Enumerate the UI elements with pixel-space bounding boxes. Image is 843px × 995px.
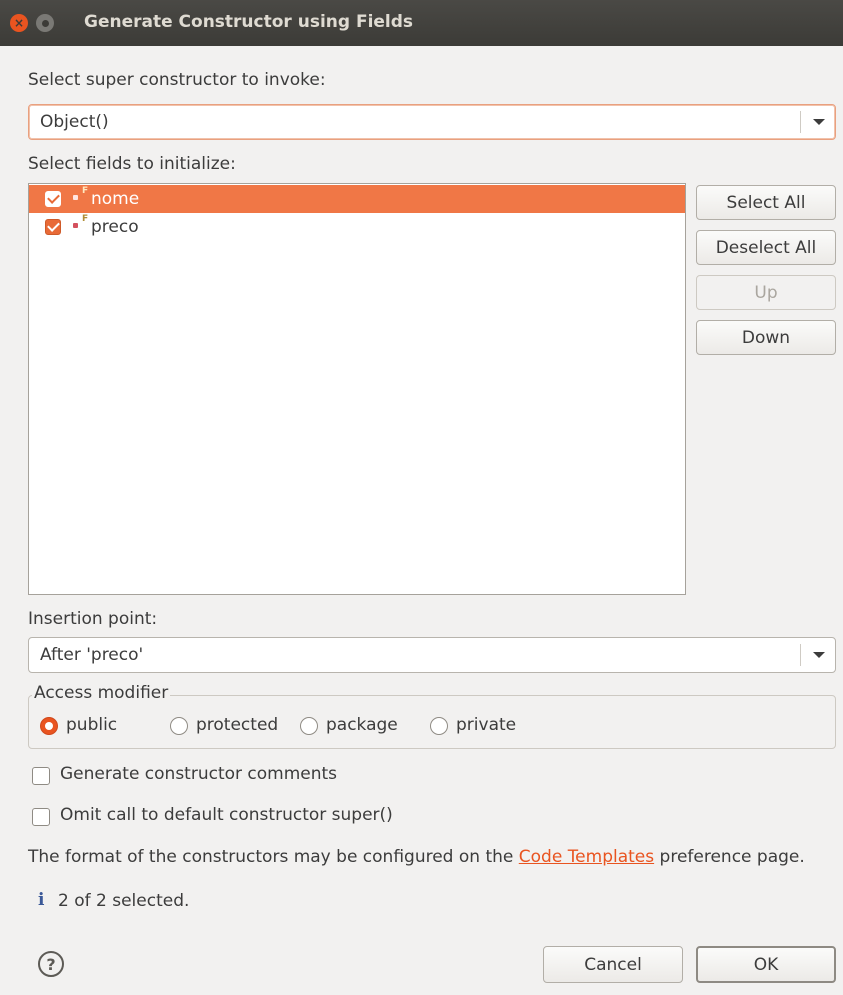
radio-private[interactable] — [430, 717, 448, 735]
format-note: The format of the constructors may be co… — [28, 847, 805, 867]
radio-protected-label[interactable]: protected — [196, 715, 278, 735]
radio-public[interactable] — [40, 717, 58, 735]
omit-super-checkbox[interactable] — [32, 808, 50, 826]
minimize-window-icon[interactable] — [36, 14, 54, 32]
select-all-button[interactable]: Select All — [696, 185, 836, 220]
deselect-all-button[interactable]: Deselect All — [696, 230, 836, 265]
access-modifier-title: Access modifier — [32, 683, 171, 703]
final-field-icon: F — [82, 214, 89, 224]
info-icon: i — [38, 890, 45, 910]
cancel-button[interactable]: Cancel — [543, 946, 683, 983]
insertion-point-select[interactable]: After 'preco' — [28, 637, 836, 673]
format-note-text: The format of the constructors may be co… — [28, 847, 514, 867]
radio-package[interactable] — [300, 717, 318, 735]
selection-status: 2 of 2 selected. — [58, 891, 190, 911]
chevron-down-icon[interactable] — [813, 119, 825, 125]
title-bar: × Generate Constructor using Fields — [0, 0, 843, 46]
up-button[interactable]: Up — [696, 275, 836, 310]
final-field-icon: F — [82, 186, 89, 196]
field-checkbox-preco[interactable] — [45, 219, 61, 235]
super-constructor-label: Select super constructor to invoke: — [28, 70, 326, 90]
combo-separator — [800, 111, 801, 133]
radio-package-label[interactable]: package — [326, 715, 398, 735]
help-icon[interactable]: ? — [38, 951, 64, 977]
field-row-nome[interactable]: F nome — [29, 185, 685, 213]
field-row-preco[interactable]: F preco — [29, 213, 685, 241]
chevron-down-icon[interactable] — [813, 652, 825, 658]
omit-super-label[interactable]: Omit call to default constructor super() — [60, 805, 393, 825]
radio-protected[interactable] — [170, 717, 188, 735]
radio-public-label[interactable]: public — [66, 715, 117, 735]
ok-button[interactable]: OK — [696, 946, 836, 983]
private-field-icon — [73, 223, 78, 228]
super-constructor-value: Object() — [40, 112, 109, 132]
insertion-point-label: Insertion point: — [28, 609, 158, 629]
insertion-point-value: After 'preco' — [40, 645, 144, 665]
close-window-icon[interactable]: × — [10, 14, 28, 32]
combo-separator — [800, 644, 801, 666]
fields-list[interactable]: F nome F preco — [28, 183, 686, 595]
code-templates-link[interactable]: Code Templates — [519, 847, 654, 867]
private-field-icon — [73, 195, 78, 200]
field-name: nome — [91, 189, 140, 209]
format-note-text-end: preference page. — [659, 847, 805, 867]
generate-comments-checkbox[interactable] — [32, 767, 50, 785]
field-checkbox-nome[interactable] — [45, 191, 61, 207]
radio-private-label[interactable]: private — [456, 715, 516, 735]
down-button[interactable]: Down — [696, 320, 836, 355]
fields-label: Select fields to initialize: — [28, 154, 236, 174]
field-name: preco — [91, 217, 139, 237]
window-title: Generate Constructor using Fields — [84, 12, 414, 32]
generate-comments-label[interactable]: Generate constructor comments — [60, 764, 337, 784]
super-constructor-select[interactable]: Object() — [28, 104, 836, 140]
